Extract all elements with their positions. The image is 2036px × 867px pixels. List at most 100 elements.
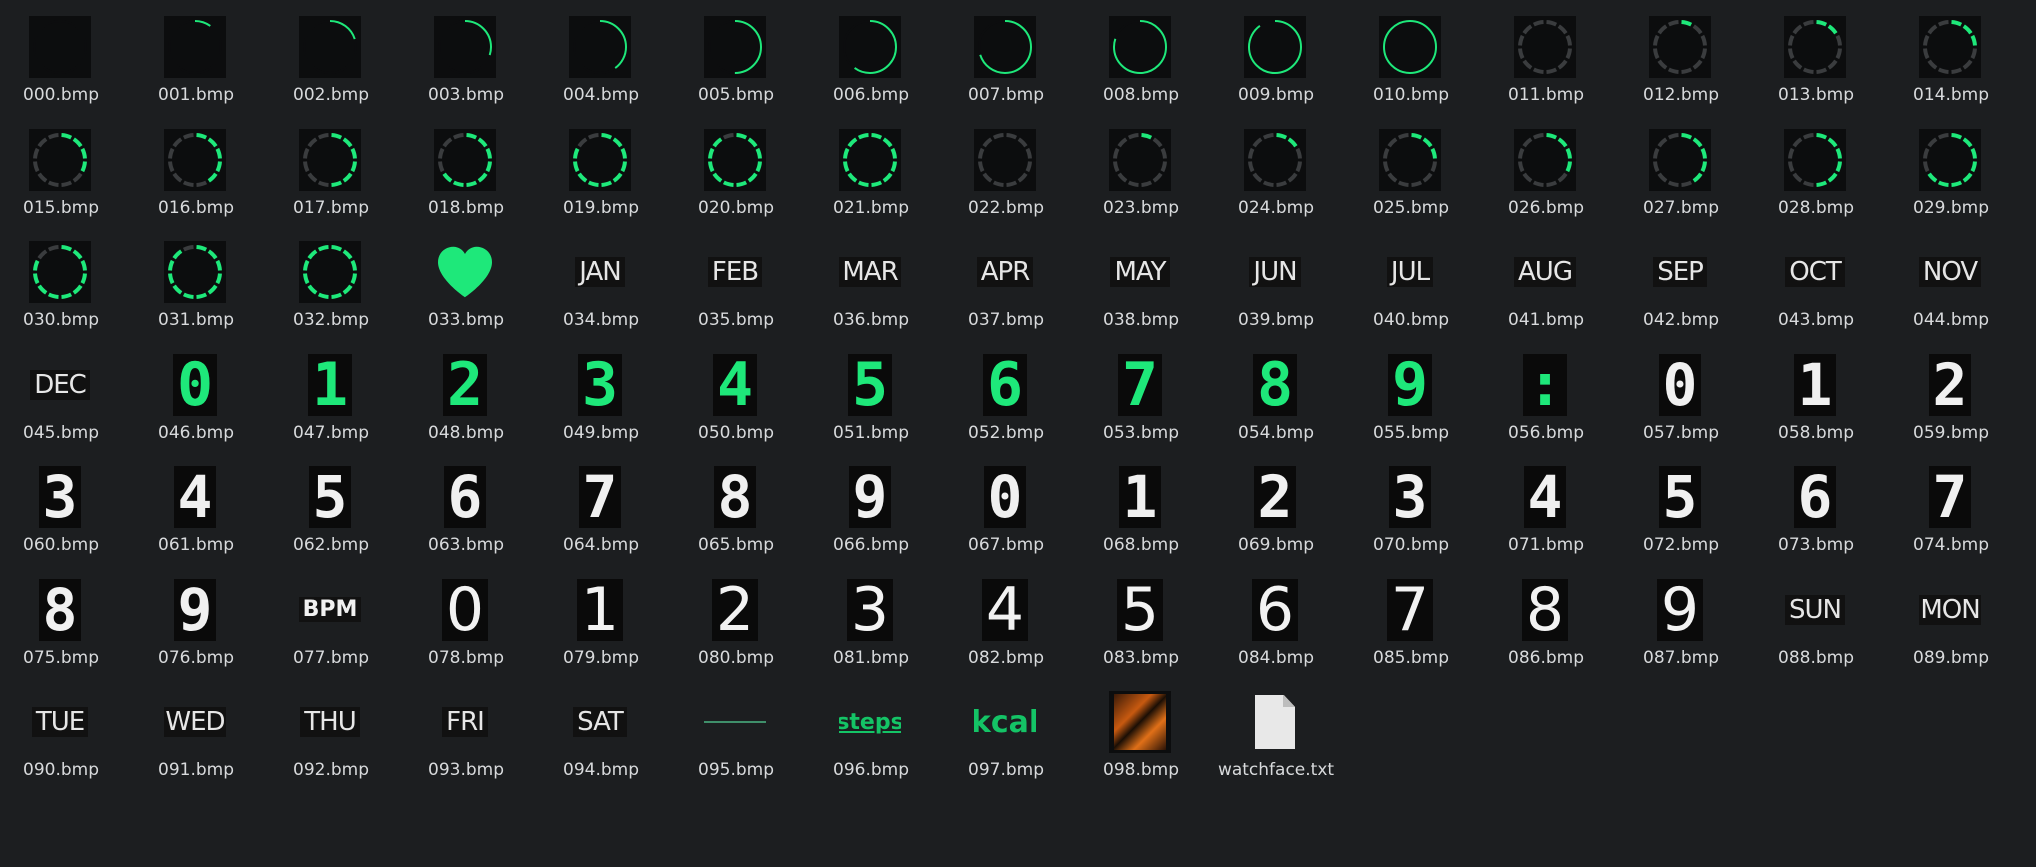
file-item-image[interactable]: : 056.bmp xyxy=(1481,338,1611,444)
file-item-image[interactable]: 033.bmp xyxy=(401,225,531,331)
file-item-image[interactable]: JUL 040.bmp xyxy=(1346,225,1476,331)
file-item-image[interactable]: 031.bmp xyxy=(131,225,261,331)
file-item-image[interactable]: 8 086.bmp xyxy=(1481,563,1611,669)
file-item-image[interactable]: 008.bmp xyxy=(1076,0,1206,106)
file-item-image[interactable]: 013.bmp xyxy=(1751,0,1881,106)
file-item-image[interactable]: 007.bmp xyxy=(941,0,1071,106)
file-item-image[interactable]: 095.bmp xyxy=(671,675,801,781)
file-item-image[interactable]: 0 067.bmp xyxy=(941,450,1071,556)
file-item-image[interactable]: 012.bmp xyxy=(1616,0,1746,106)
file-item-image[interactable]: AUG 041.bmp xyxy=(1481,225,1611,331)
file-item-image[interactable]: 010.bmp xyxy=(1346,0,1476,106)
file-item-image[interactable]: 9 055.bmp xyxy=(1346,338,1476,444)
file-item-image[interactable]: 014.bmp xyxy=(1886,0,2016,106)
file-item-image[interactable]: 5 051.bmp xyxy=(806,338,936,444)
file-item-image[interactable]: 6 073.bmp xyxy=(1751,450,1881,556)
file-item-image[interactable]: WED 091.bmp xyxy=(131,675,261,781)
file-item-image[interactable]: 4 082.bmp xyxy=(941,563,1071,669)
file-item-image[interactable]: 2 048.bmp xyxy=(401,338,531,444)
file-item-image[interactable]: 006.bmp xyxy=(806,0,936,106)
file-item-image[interactable]: THU 092.bmp xyxy=(266,675,396,781)
file-item-image[interactable]: FEB 035.bmp xyxy=(671,225,801,331)
file-item-image[interactable]: SAT 094.bmp xyxy=(536,675,666,781)
file-item-image[interactable]: NOV 044.bmp xyxy=(1886,225,2016,331)
file-item-image[interactable]: 5 072.bmp xyxy=(1616,450,1746,556)
file-item-image[interactable]: JUN 039.bmp xyxy=(1211,225,1341,331)
file-item-image[interactable]: 022.bmp xyxy=(941,113,1071,219)
file-item-image[interactable]: 017.bmp xyxy=(266,113,396,219)
file-item-image[interactable]: 025.bmp xyxy=(1346,113,1476,219)
file-item-image[interactable]: 8 065.bmp xyxy=(671,450,801,556)
file-item-image[interactable]: 0 046.bmp xyxy=(131,338,261,444)
file-item-image[interactable]: 024.bmp xyxy=(1211,113,1341,219)
file-item-image[interactable]: 003.bmp xyxy=(401,0,531,106)
file-item-image[interactable]: JAN 034.bmp xyxy=(536,225,666,331)
file-item-image[interactable]: 021.bmp xyxy=(806,113,936,219)
file-item-image[interactable]: 2 080.bmp xyxy=(671,563,801,669)
file-item-image[interactable]: 4 061.bmp xyxy=(131,450,261,556)
file-item-image[interactable]: kcal 097.bmp xyxy=(941,675,1071,781)
file-item-image[interactable]: 002.bmp xyxy=(266,0,396,106)
file-item-image[interactable]: 098.bmp xyxy=(1076,675,1206,781)
file-item-image[interactable]: 030.bmp xyxy=(0,225,126,331)
file-item-image[interactable]: 027.bmp xyxy=(1616,113,1746,219)
file-item-image[interactable]: 3 070.bmp xyxy=(1346,450,1476,556)
file-item-image[interactable]: steps 096.bmp xyxy=(806,675,936,781)
file-item-image[interactable]: 6 052.bmp xyxy=(941,338,1071,444)
file-item-image[interactable]: 7 085.bmp xyxy=(1346,563,1476,669)
file-item-image[interactable]: 7 053.bmp xyxy=(1076,338,1206,444)
file-item-image[interactable]: 9 076.bmp xyxy=(131,563,261,669)
file-item-image[interactable]: SEP 042.bmp xyxy=(1616,225,1746,331)
file-item-image[interactable]: 009.bmp xyxy=(1211,0,1341,106)
file-item-image[interactable]: 023.bmp xyxy=(1076,113,1206,219)
file-item-image[interactable]: 1 068.bmp xyxy=(1076,450,1206,556)
file-item-image[interactable]: 6 063.bmp xyxy=(401,450,531,556)
file-item-image[interactable]: 1 079.bmp xyxy=(536,563,666,669)
file-item-image[interactable]: 001.bmp xyxy=(131,0,261,106)
file-item-image[interactable]: 028.bmp xyxy=(1751,113,1881,219)
file-item-image[interactable]: 7 064.bmp xyxy=(536,450,666,556)
file-item-image[interactable]: 3 060.bmp xyxy=(0,450,126,556)
file-item-image[interactable]: DEC 045.bmp xyxy=(0,338,126,444)
file-item-image[interactable]: 6 084.bmp xyxy=(1211,563,1341,669)
file-item-image[interactable]: 032.bmp xyxy=(266,225,396,331)
file-item-image[interactable]: 0 078.bmp xyxy=(401,563,531,669)
file-item-image[interactable]: 5 083.bmp xyxy=(1076,563,1206,669)
file-item-image[interactable]: 1 058.bmp xyxy=(1751,338,1881,444)
file-item-image[interactable]: MAR 036.bmp xyxy=(806,225,936,331)
file-item-image[interactable]: 011.bmp xyxy=(1481,0,1611,106)
file-item-image[interactable]: 018.bmp xyxy=(401,113,531,219)
file-item-image[interactable]: BPM 077.bmp xyxy=(266,563,396,669)
file-item-image[interactable]: 9 087.bmp xyxy=(1616,563,1746,669)
file-item-image[interactable]: 3 081.bmp xyxy=(806,563,936,669)
file-item-image[interactable]: APR 037.bmp xyxy=(941,225,1071,331)
file-item-image[interactable]: 015.bmp xyxy=(0,113,126,219)
file-item-image[interactable]: 1 047.bmp xyxy=(266,338,396,444)
file-item-image[interactable]: 019.bmp xyxy=(536,113,666,219)
file-item-document[interactable]: watchface.txt xyxy=(1211,675,1341,781)
file-item-image[interactable]: 005.bmp xyxy=(671,0,801,106)
file-item-image[interactable]: FRI 093.bmp xyxy=(401,675,531,781)
file-item-image[interactable]: SUN 088.bmp xyxy=(1751,563,1881,669)
file-item-image[interactable]: 026.bmp xyxy=(1481,113,1611,219)
file-item-image[interactable]: MON 089.bmp xyxy=(1886,563,2016,669)
file-item-image[interactable]: 3 049.bmp xyxy=(536,338,666,444)
file-item-image[interactable]: MAY 038.bmp xyxy=(1076,225,1206,331)
file-item-image[interactable]: OCT 043.bmp xyxy=(1751,225,1881,331)
file-item-image[interactable]: 016.bmp xyxy=(131,113,261,219)
file-item-image[interactable]: 4 050.bmp xyxy=(671,338,801,444)
file-item-image[interactable]: 4 071.bmp xyxy=(1481,450,1611,556)
file-item-image[interactable]: 000.bmp xyxy=(0,0,126,106)
file-item-image[interactable]: 8 075.bmp xyxy=(0,563,126,669)
file-item-image[interactable]: 020.bmp xyxy=(671,113,801,219)
file-item-image[interactable]: 2 059.bmp xyxy=(1886,338,2016,444)
file-item-image[interactable]: 0 057.bmp xyxy=(1616,338,1746,444)
file-item-image[interactable]: 2 069.bmp xyxy=(1211,450,1341,556)
file-item-image[interactable]: TUE 090.bmp xyxy=(0,675,126,781)
file-item-image[interactable]: 004.bmp xyxy=(536,0,666,106)
file-item-image[interactable]: 029.bmp xyxy=(1886,113,2016,219)
file-item-image[interactable]: 9 066.bmp xyxy=(806,450,936,556)
file-item-image[interactable]: 8 054.bmp xyxy=(1211,338,1341,444)
file-item-image[interactable]: 5 062.bmp xyxy=(266,450,396,556)
file-item-image[interactable]: 7 074.bmp xyxy=(1886,450,2016,556)
